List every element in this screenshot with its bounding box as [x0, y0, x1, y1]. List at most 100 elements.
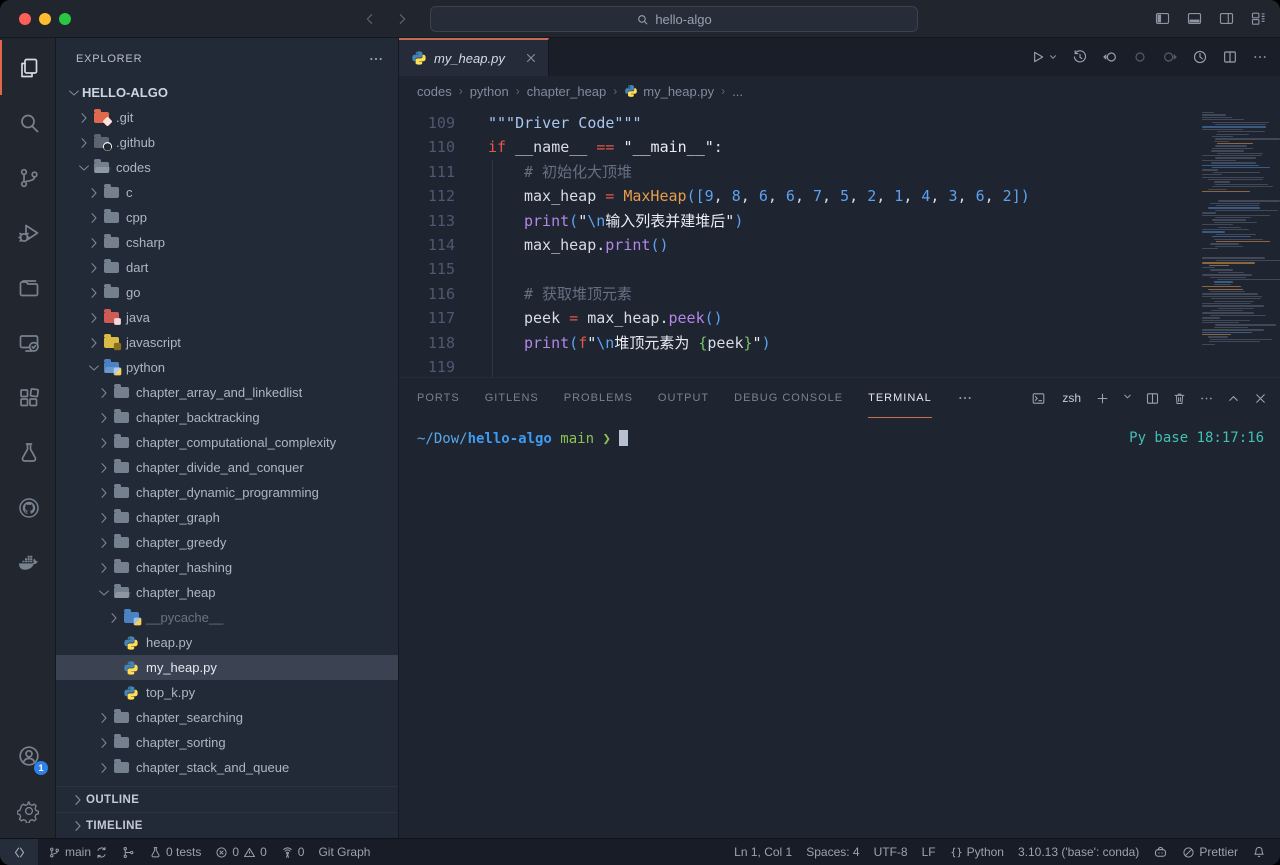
encoding[interactable]: UTF-8: [874, 845, 908, 859]
file-history-icon[interactable]: [1072, 49, 1088, 65]
tree-folder-chapter-stack-and-queue[interactable]: chapter_stack_and_queue: [56, 755, 398, 780]
activity-item-project-manager[interactable]: [0, 260, 55, 315]
copilot-status[interactable]: [1153, 845, 1168, 860]
indentation[interactable]: Spaces: 4: [806, 845, 859, 859]
git-graph-button[interactable]: [122, 846, 135, 859]
panel-tab-terminal[interactable]: TERMINAL: [868, 378, 932, 418]
commit-circle-icon[interactable]: [1132, 49, 1148, 65]
activity-item-accounts[interactable]: 1: [0, 728, 55, 783]
nav-back-commit-icon[interactable]: [1102, 49, 1118, 65]
activity-item-source-control[interactable]: [0, 150, 55, 205]
explorer-more-actions-icon[interactable]: [368, 51, 384, 67]
tree-folder-chapter-hashing[interactable]: chapter_hashing: [56, 555, 398, 580]
minimize-window-button[interactable]: [39, 13, 51, 25]
tree-file-top-k-py[interactable]: top_k.py: [56, 680, 398, 705]
tree-folder-chapter-sorting[interactable]: chapter_sorting: [56, 730, 398, 755]
activity-item-run-and-debug[interactable]: [0, 205, 55, 260]
ports-status[interactable]: 0: [281, 845, 305, 859]
activity-item-remote-explorer[interactable]: [0, 315, 55, 370]
tree-folder-chapter-heap[interactable]: chapter_heap: [56, 580, 398, 605]
tree-folder-dart[interactable]: dart: [56, 255, 398, 280]
remote-indicator[interactable]: [0, 839, 38, 865]
breadcrumb-item[interactable]: ...: [732, 84, 743, 99]
tree-folder-go[interactable]: go: [56, 280, 398, 305]
tree-folder-chapter-divide-and-conquer[interactable]: chapter_divide_and_conquer: [56, 455, 398, 480]
terminal-output[interactable]: ~/Dow/hello-algo main ❯ Py base 18:17:16: [399, 418, 1280, 838]
eol[interactable]: LF: [922, 845, 936, 859]
terminal-profile-chevron-icon[interactable]: [1122, 391, 1133, 406]
tree-folder-cpp[interactable]: cpp: [56, 205, 398, 230]
panel-tab-ports[interactable]: PORTS: [417, 378, 460, 418]
activity-item-github[interactable]: [0, 480, 55, 535]
prettier-status[interactable]: Prettier: [1182, 845, 1238, 859]
tests-status[interactable]: 0 tests: [149, 845, 201, 859]
python-interpreter[interactable]: 3.10.13 ('base': conda): [1018, 845, 1139, 859]
cursor-position[interactable]: Ln 1, Col 1: [734, 845, 792, 859]
panel-tab-gitlens[interactable]: GITLENS: [485, 378, 539, 418]
code-editor[interactable]: 109"""Driver Code"""110if __name__ == "_…: [399, 106, 1280, 377]
tree-folder-java[interactable]: java: [56, 305, 398, 330]
language-mode[interactable]: Python: [950, 845, 1004, 859]
tree-folder-codes[interactable]: codes: [56, 155, 398, 180]
tree-folder-hello-algo[interactable]: HELLO-ALGO: [56, 80, 398, 105]
run-python-file-button[interactable]: [1030, 49, 1058, 65]
panel-tabs-more-icon[interactable]: [957, 390, 973, 406]
breadcrumb-item[interactable]: my_heap.py: [624, 84, 714, 99]
tree-folder-chapter-dynamic-programming[interactable]: chapter_dynamic_programming: [56, 480, 398, 505]
breadcrumb-item[interactable]: codes: [417, 84, 452, 99]
panel-tab-output[interactable]: OUTPUT: [658, 378, 709, 418]
tree-file-heap-py[interactable]: heap.py: [56, 630, 398, 655]
forward-icon[interactable]: [394, 11, 410, 27]
tree-folder-c[interactable]: c: [56, 180, 398, 205]
tab-my-heap[interactable]: my_heap.py: [399, 38, 549, 76]
tree-folder-chapter-searching[interactable]: chapter_searching: [56, 705, 398, 730]
close-tab-icon[interactable]: [524, 51, 538, 65]
breadcrumb-item[interactable]: chapter_heap: [527, 84, 607, 99]
tree-folder-chapter-array-and-linkedlist[interactable]: chapter_array_and_linkedlist: [56, 380, 398, 405]
tree-folder--pycache-[interactable]: __pycache__: [56, 605, 398, 630]
tree-folder-chapter-greedy[interactable]: chapter_greedy: [56, 530, 398, 555]
maximize-panel-icon[interactable]: [1226, 391, 1241, 406]
kill-terminal-icon[interactable]: [1172, 391, 1187, 406]
panel-tab-debug-console[interactable]: DEBUG CONSOLE: [734, 378, 843, 418]
tree-folder--github[interactable]: .github: [56, 130, 398, 155]
activity-item-explorer[interactable]: [0, 40, 55, 95]
toggle-sidebar-icon[interactable]: [1154, 10, 1171, 27]
panel-tab-problems[interactable]: PROBLEMS: [564, 378, 633, 418]
split-editor-icon[interactable]: [1222, 49, 1238, 65]
tree-folder-chapter-computational-complexity[interactable]: chapter_computational_complexity: [56, 430, 398, 455]
activity-item-search[interactable]: [0, 95, 55, 150]
tree-folder-chapter-backtracking[interactable]: chapter_backtracking: [56, 405, 398, 430]
activity-item-extensions[interactable]: [0, 370, 55, 425]
command-center-search[interactable]: hello-algo: [430, 6, 918, 32]
maximize-window-button[interactable]: [59, 13, 71, 25]
tree-folder--git[interactable]: .git: [56, 105, 398, 130]
tree-folder-python[interactable]: python: [56, 355, 398, 380]
gitlens-blame-icon[interactable]: [1192, 49, 1208, 65]
minimap[interactable]: [1202, 112, 1274, 346]
tree-folder-javascript[interactable]: javascript: [56, 330, 398, 355]
breadcrumb-item[interactable]: python: [470, 84, 509, 99]
close-panel-icon[interactable]: [1253, 391, 1268, 406]
toggle-panel-icon[interactable]: [1186, 10, 1203, 27]
activity-item-settings[interactable]: [0, 783, 55, 838]
more-actions-icon[interactable]: [1252, 49, 1268, 65]
nav-forward-commit-icon[interactable]: [1162, 49, 1178, 65]
git-graph-label[interactable]: Git Graph: [318, 845, 370, 859]
branch-status[interactable]: main: [48, 845, 108, 859]
timeline-section[interactable]: TIMELINE: [56, 812, 398, 838]
panel-more-icon[interactable]: [1199, 391, 1214, 406]
new-terminal-icon[interactable]: [1095, 391, 1110, 406]
tree-file-my-heap-py[interactable]: my_heap.py: [56, 655, 398, 680]
toggle-secondary-sidebar-icon[interactable]: [1218, 10, 1235, 27]
tree-folder-csharp[interactable]: csharp: [56, 230, 398, 255]
problems-status[interactable]: 0 0: [215, 845, 266, 859]
activity-item-testing[interactable]: [0, 425, 55, 480]
outline-section[interactable]: OUTLINE: [56, 786, 398, 812]
notifications[interactable]: [1252, 845, 1266, 859]
close-window-button[interactable]: [19, 13, 31, 25]
tree-folder-chapter-graph[interactable]: chapter_graph: [56, 505, 398, 530]
activity-item-docker[interactable]: [0, 535, 55, 590]
split-terminal-icon[interactable]: [1145, 391, 1160, 406]
back-icon[interactable]: [362, 11, 378, 27]
